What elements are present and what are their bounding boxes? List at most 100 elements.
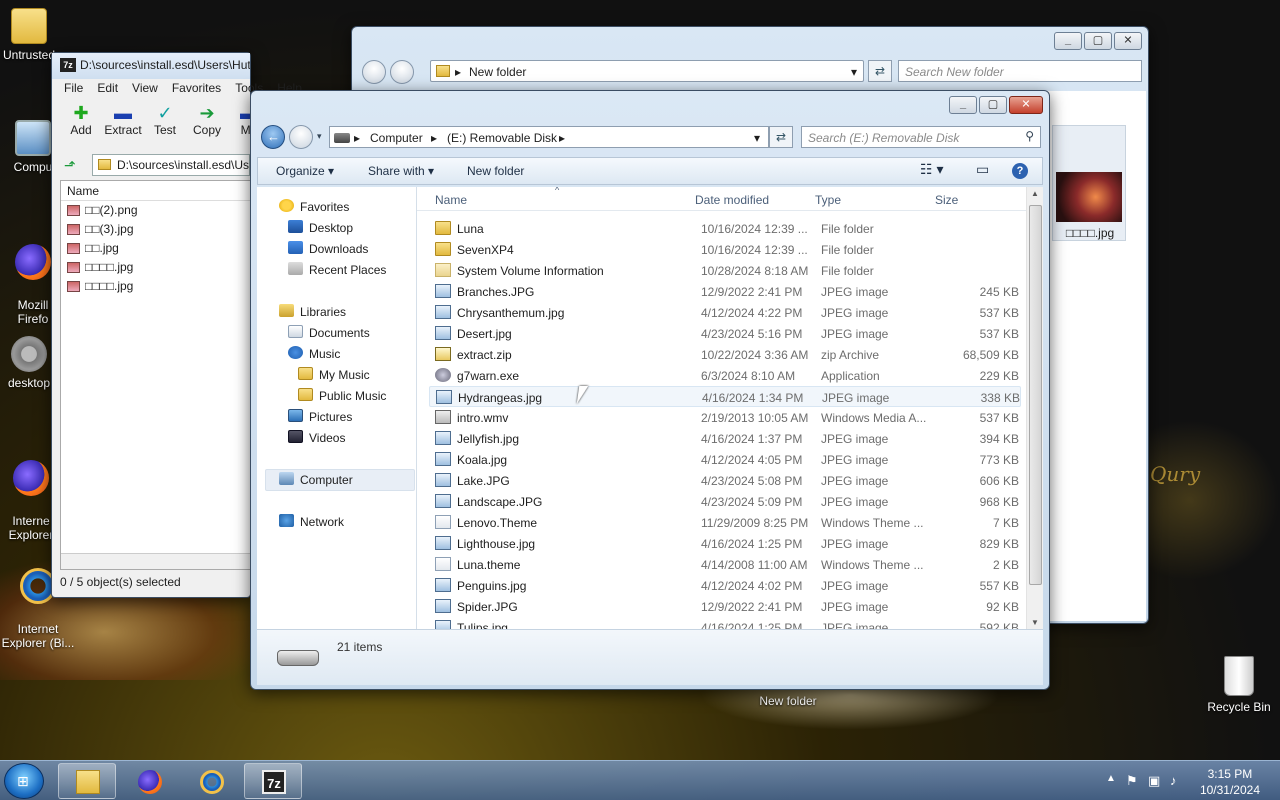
file-thumbnail[interactable]: □□□□.jpg <box>1052 125 1126 241</box>
desktop-icon-recycle-bin[interactable]: Recycle Bin <box>1202 656 1276 714</box>
extract-button[interactable]: ▬ Extract <box>102 103 144 137</box>
file-row[interactable]: SevenXP4 10/16/2024 12:39 ... File folder <box>429 239 1021 260</box>
horizontal-scrollbar[interactable] <box>61 553 251 569</box>
search-input[interactable]: Search New folder <box>898 60 1142 82</box>
file-row[interactable]: Landscape.JPG 4/23/2024 5:09 PM JPEG image… <box>429 491 1021 512</box>
file-row[interactable]: Spider.JPG 12/9/2022 2:41 PM JPEG image 92 … <box>429 596 1021 617</box>
scroll-down-icon[interactable]: ▼ <box>1031 618 1039 627</box>
search-input[interactable]: Search (E:) Removable Disk ⚲ <box>801 126 1041 148</box>
minimize-button[interactable]: _ <box>949 96 977 114</box>
maximize-button[interactable]: ▢ <box>979 96 1007 114</box>
menu-edit[interactable]: Edit <box>97 81 118 101</box>
file-row[interactable]: intro.wmv 2/19/2013 10:05 AM Windows Media… <box>429 407 1021 428</box>
file-row[interactable]: Lake.JPG 4/23/2024 5:08 PM JPEG image 606 K… <box>429 470 1021 491</box>
chevron-down-icon[interactable]: ▾ <box>851 65 857 79</box>
scroll-up-icon[interactable]: ▲ <box>1031 189 1039 198</box>
list-item[interactable]: □□(3).jpg <box>61 220 251 239</box>
file-row[interactable]: Tulips.jpg 4/16/2024 1:25 PM JPEG image 592… <box>429 617 1021 629</box>
close-button[interactable]: ✕ <box>1114 32 1142 50</box>
forward-button[interactable] <box>390 60 414 84</box>
help-icon[interactable]: ? <box>1012 163 1028 179</box>
file-row[interactable]: Hydrangeas.jpg 4/16/2024 1:34 PM JPEG imag… <box>429 386 1021 407</box>
up-folder-icon[interactable]: ⬏ <box>64 157 76 174</box>
vertical-scrollbar[interactable]: ▲ ▼ <box>1026 187 1043 629</box>
taskbar-7zip[interactable]: 7z <box>244 763 302 799</box>
documents-icon <box>288 325 303 338</box>
add-button[interactable]: ✚ Add <box>60 103 102 137</box>
file-row[interactable]: Jellyfish.jpg 4/16/2024 1:37 PM JPEG image… <box>429 428 1021 449</box>
view-options-icon[interactable]: ☷ ▾ <box>920 161 943 178</box>
breadcrumb-new-folder[interactable]: New folder <box>469 65 526 79</box>
address-bar[interactable]: ▸ Computer ▸ (E:) Removable Disk ▸ ▾ <box>329 126 769 148</box>
back-button[interactable]: ← <box>261 125 285 149</box>
drive-icon <box>334 133 350 143</box>
new-folder-button[interactable]: New folder <box>467 164 524 178</box>
copy-button[interactable]: ➔ Copy <box>186 103 228 137</box>
column-header-date[interactable]: Date modified <box>695 193 769 207</box>
chevron-right-icon[interactable]: ▸ <box>431 131 437 145</box>
breadcrumb-computer[interactable]: Computer <box>370 131 423 145</box>
file-row[interactable]: Koala.jpg 4/12/2024 4:05 PM JPEG image 773 … <box>429 449 1021 470</box>
address-bar[interactable]: ▸ New folder ▾ <box>430 60 864 82</box>
file-row[interactable]: System Volume Information 10/28/2024 8:18… <box>429 260 1021 281</box>
breadcrumb-removable-disk[interactable]: (E:) Removable Disk <box>447 131 557 145</box>
file-size: 7 KB <box>992 516 1019 530</box>
recent-pages-chevron-icon[interactable]: ▾ <box>317 131 322 142</box>
taskbar-ie[interactable] <box>182 763 240 799</box>
taskbar-firefox[interactable] <box>120 763 178 799</box>
file-row[interactable]: Luna 10/16/2024 12:39 ... File folder <box>429 218 1021 239</box>
explorer-window-removable-disk[interactable]: _ ▢ ✕ ← ▾ ▸ Computer ▸ (E:) Removable Di… <box>250 90 1050 690</box>
file-row[interactable]: Desert.jpg 4/23/2024 5:16 PM JPEG image 537… <box>429 323 1021 344</box>
minimize-button[interactable]: _ <box>1054 32 1082 50</box>
list-item[interactable]: □□□□.jpg <box>61 258 251 277</box>
file-date: 10/16/2024 12:39 ... <box>701 243 808 257</box>
theme-file-icon <box>435 515 451 529</box>
close-button[interactable]: ✕ <box>1009 96 1043 114</box>
file-date: 4/23/2024 5:09 PM <box>701 495 803 509</box>
list-item[interactable]: □□.jpg <box>61 239 251 258</box>
menu-file[interactable]: File <box>64 81 83 101</box>
taskbar-explorer[interactable] <box>58 763 116 799</box>
gear-icon <box>11 336 47 372</box>
refresh-button[interactable]: ⇄ <box>868 60 892 82</box>
file-row[interactable]: Branches.JPG 12/9/2022 2:41 PM JPEG image 2… <box>429 281 1021 302</box>
menu-view[interactable]: View <box>132 81 158 101</box>
share-with-button[interactable]: Share with ▾ <box>368 164 434 178</box>
organize-button[interactable]: Organize ▾ <box>276 164 334 178</box>
file-row[interactable]: Chrysanthemum.jpg 4/12/2024 4:22 PM JPEG i… <box>429 302 1021 323</box>
network-icon[interactable]: ▣ <box>1148 773 1160 789</box>
file-row[interactable]: Lighthouse.jpg 4/16/2024 1:25 PM JPEG imag… <box>429 533 1021 554</box>
nav-label: My Music <box>319 368 370 382</box>
file-row[interactable]: Penguins.jpg 4/12/2024 4:02 PM JPEG image 5… <box>429 575 1021 596</box>
chevron-down-icon[interactable]: ▾ <box>754 131 760 145</box>
list-item[interactable]: □□(2).png <box>61 201 251 220</box>
clock[interactable]: 3:15 PM 10/31/2024 <box>1200 766 1260 798</box>
file-row[interactable]: Luna.theme 4/14/2008 11:00 AM Windows Them… <box>429 554 1021 575</box>
column-header-size[interactable]: Size <box>935 193 958 207</box>
folder-icon <box>98 159 111 170</box>
preview-pane-icon[interactable]: ▭ <box>976 161 989 178</box>
action-center-flag-icon[interactable]: ⚑ <box>1126 773 1138 789</box>
image-file-icon <box>67 281 80 292</box>
forward-button[interactable] <box>289 125 313 149</box>
volume-icon[interactable]: ♪ <box>1170 773 1177 788</box>
start-button[interactable]: ⊞ <box>4 763 44 799</box>
scrollbar-thumb[interactable] <box>1029 205 1042 585</box>
column-header-type[interactable]: Type <box>815 193 841 207</box>
file-row[interactable]: Lenovo.Theme 11/29/2009 8:25 PM Windows Th… <box>429 512 1021 533</box>
path-input[interactable]: D:\sources\install.esd\Users\Hutao\Deskt… <box>92 154 250 176</box>
column-header-name[interactable]: Name <box>61 181 251 201</box>
back-button[interactable] <box>362 60 386 84</box>
refresh-button[interactable]: ⇄ <box>769 126 793 148</box>
list-item[interactable]: □□□□.jpg <box>61 277 251 296</box>
file-date: 4/16/2024 1:34 PM <box>702 391 804 405</box>
maximize-button[interactable]: ▢ <box>1084 32 1112 50</box>
menu-favorites[interactable]: Favorites <box>172 81 221 101</box>
sevenzip-window[interactable]: 7z D:\sources\install.esd\Users\Hutao\De… <box>51 52 302 598</box>
show-hidden-icons-icon[interactable]: ▲ <box>1106 773 1116 784</box>
chevron-right-icon[interactable]: ▸ <box>559 131 565 145</box>
test-button[interactable]: ✓ Test <box>144 103 186 137</box>
file-row[interactable]: g7warn.exe 6/3/2024 8:10 AM Application 229… <box>429 365 1021 386</box>
file-row[interactable]: extract.zip 10/22/2024 3:36 AM zip Archive… <box>429 344 1021 365</box>
column-header-name[interactable]: Name <box>435 193 467 207</box>
